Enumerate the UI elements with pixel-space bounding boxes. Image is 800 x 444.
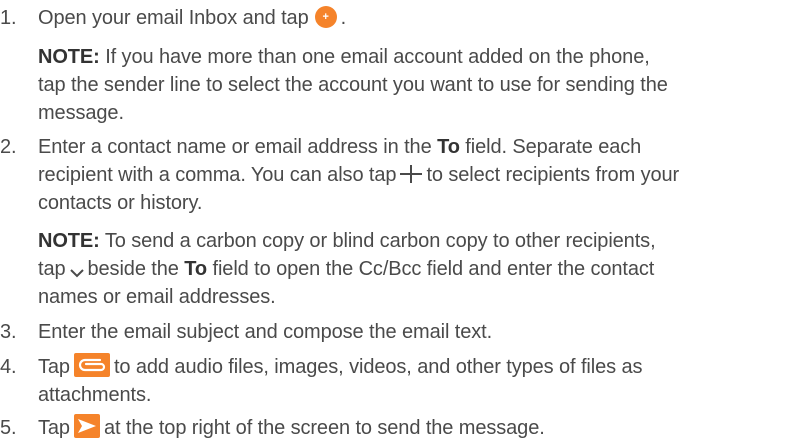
note-text: If you have more than one email account …: [105, 46, 650, 68]
step-text: field. Separate each: [465, 136, 642, 158]
note-2-line-1: NOTE: To send a carbon copy or blind car…: [38, 229, 656, 253]
compose-plus-icon: [314, 5, 337, 28]
attachment-icon: [73, 352, 110, 377]
step-text: Enter the email subject and compose the …: [38, 321, 493, 343]
step-number: 5.: [0, 417, 17, 439]
step-text: attachments.: [38, 384, 152, 406]
step-text: Enter a contact name or email address in…: [38, 136, 432, 158]
send-icon: [73, 413, 100, 438]
chevron-down-icon: [68, 262, 86, 278]
note-1-line-3: message.: [38, 101, 124, 125]
note-text: field to open the Cc/Bcc field and enter…: [212, 258, 655, 280]
step-text: .: [340, 7, 347, 29]
step-text: at the top right of the screen to send t…: [103, 417, 545, 439]
note-text: tap: [38, 258, 66, 280]
note-text: tap the sender line to select the accoun…: [38, 74, 668, 96]
step-2-line-2: recipient with a comma. You can also tap…: [38, 163, 679, 187]
note-text: beside the: [87, 258, 179, 280]
note-2-line-2: tap beside the To field to open the Cc/B…: [38, 257, 654, 281]
step-number: 2.: [0, 136, 17, 158]
plus-icon: [398, 163, 424, 185]
step-4-line-2: attachments.: [38, 383, 151, 407]
step-text: Tap: [38, 356, 70, 378]
step-number: 3.: [0, 321, 17, 343]
field-name: To: [437, 136, 460, 158]
step-number: 4.: [0, 356, 17, 378]
note-label: NOTE:: [38, 46, 100, 68]
field-name: To: [184, 258, 208, 280]
step-text: contacts or history.: [38, 192, 203, 214]
step-2-line-3: contacts or history.: [38, 191, 202, 215]
step-text: recipient with a comma. You can also tap: [38, 164, 397, 186]
note-text: names or email addresses.: [38, 286, 276, 308]
step-text: Tap: [38, 417, 70, 439]
step-text: Open your email Inbox and tap: [38, 7, 309, 29]
step-number: 1.: [0, 7, 17, 29]
note-label: NOTE:: [38, 230, 100, 252]
step-text: to select recipients from your: [426, 164, 680, 186]
note-1-line-1: NOTE: If you have more than one email ac…: [38, 45, 650, 69]
instructions-page: 1. Open your email Inbox and tap. NOTE: …: [0, 0, 800, 443]
note-2-line-3: names or email addresses.: [38, 285, 276, 309]
note-1-line-2: tap the sender line to select the accoun…: [38, 73, 668, 97]
step-text: to add audio files, images, videos, and …: [113, 356, 643, 378]
note-text: message.: [38, 102, 124, 124]
note-text: To send a carbon copy or blind carbon co…: [104, 230, 656, 252]
